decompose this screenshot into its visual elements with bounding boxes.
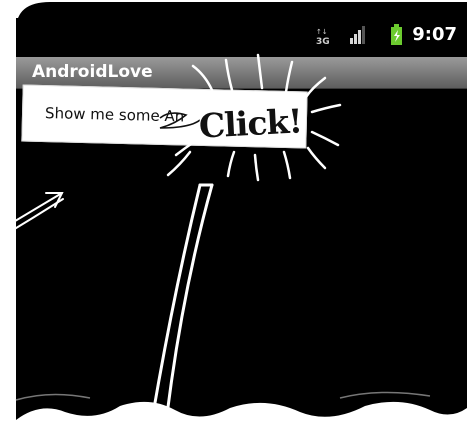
click-annotation: Click! (198, 101, 303, 146)
left-arrow-icon (0, 192, 64, 237)
wavy-edge (16, 401, 467, 432)
pointer-line (148, 183, 214, 432)
phone-frame: ↑↓ 3G 9:07 AndroidLove Show me some An C… (0, 0, 467, 432)
strike-scribble (159, 112, 201, 129)
annotation-drawing (0, 53, 467, 432)
